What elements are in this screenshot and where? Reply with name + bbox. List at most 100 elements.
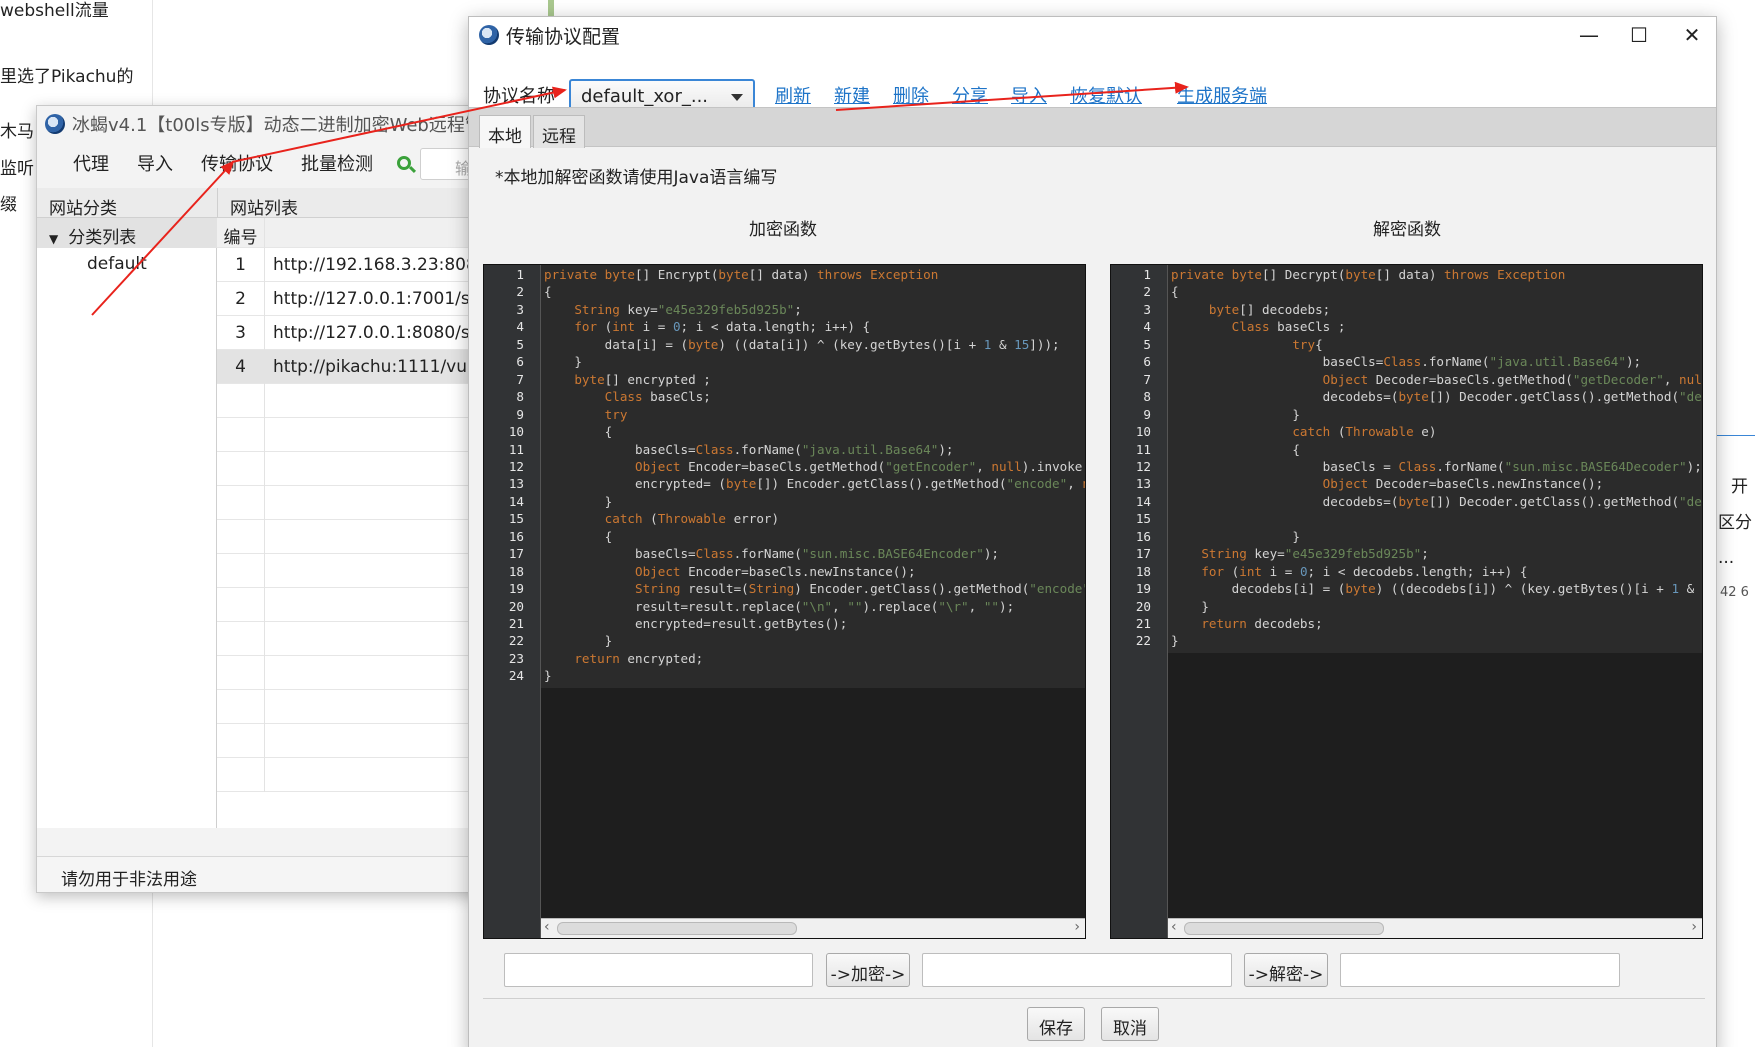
restore-default-link[interactable]: 恢复默认 xyxy=(1070,82,1142,108)
line-number: 21 xyxy=(508,616,524,631)
line-number: 11 xyxy=(508,441,524,457)
scroll-right-icon[interactable]: › xyxy=(1074,919,1080,935)
code-line: return encrypted; xyxy=(574,650,704,666)
bg-right-frag-4: 42 6 xyxy=(1720,585,1749,600)
line-number: 6 xyxy=(516,354,524,370)
code-line: baseCls=Class.forName("java.util.Base64"… xyxy=(1171,354,1642,370)
line-number: 12 xyxy=(508,458,524,474)
line-number: 4 xyxy=(1143,319,1151,335)
row-num-empty xyxy=(217,588,265,622)
menu-transport-protocol[interactable]: 传输协议 xyxy=(201,150,273,176)
bg-right-frag-2: 区分 xyxy=(1718,513,1752,533)
line-number: 8 xyxy=(516,389,524,405)
line-number: 2 xyxy=(516,284,524,300)
plain-input[interactable] xyxy=(504,953,813,987)
refresh-link[interactable]: 刷新 xyxy=(775,82,811,108)
decrypt-scroll-thumb[interactable] xyxy=(1184,922,1384,935)
encrypt-button[interactable]: ->加密-> xyxy=(826,953,910,987)
tab-remote[interactable]: 远程 xyxy=(533,115,585,148)
menu-batch-check[interactable]: 批量检测 xyxy=(301,150,373,176)
line-number: 17 xyxy=(1135,546,1151,562)
code-line: Class baseCls ; xyxy=(1231,319,1346,335)
scroll-left-icon[interactable]: ‹ xyxy=(544,919,550,935)
menu-proxy[interactable]: 代理 xyxy=(73,150,109,176)
dialog-title-bar: 传输协议配置 — ☐ ✕ xyxy=(469,17,1716,53)
row-num-empty xyxy=(217,452,265,486)
dialog-title: 传输协议配置 xyxy=(506,25,621,48)
tree-item-default[interactable]: default xyxy=(87,254,147,274)
line-number: 20 xyxy=(508,598,524,614)
line-number: 13 xyxy=(1135,476,1151,492)
line-number: 16 xyxy=(1135,528,1151,544)
minimize-icon[interactable]: — xyxy=(1569,23,1609,47)
line-number: 20 xyxy=(1135,598,1151,614)
delete-link[interactable]: 删除 xyxy=(893,82,929,108)
line-number: 14 xyxy=(508,493,524,509)
new-link[interactable]: 新建 xyxy=(834,82,870,108)
code-line: try{ xyxy=(1292,336,1323,352)
chevron-down-icon xyxy=(731,94,743,101)
encrypt-scrollbar[interactable]: ‹ › xyxy=(541,918,1085,938)
code-line: } xyxy=(1171,633,1179,649)
bg-line-2: 里选了Pikachu的 xyxy=(0,67,134,87)
bg-right-line xyxy=(1717,435,1755,436)
scroll-right-icon[interactable]: › xyxy=(1691,919,1697,935)
protocol-select-value: default_xor_... xyxy=(581,86,709,107)
encrypt-code-area[interactable]: private byte[] Encrypt(byte[] data) thro… xyxy=(541,265,1085,918)
close-icon[interactable]: ✕ xyxy=(1672,23,1712,47)
share-link[interactable]: 分享 xyxy=(952,82,988,108)
code-line: Object Decoder=baseCls.getMethod("getDec… xyxy=(1322,371,1702,387)
code-line: decodebs[i] = (byte) ((decodebs[i]) ^ (k… xyxy=(1171,581,1702,597)
tree-expand-icon[interactable]: ▼ xyxy=(49,232,58,246)
bg-line-1: webshell流量 xyxy=(0,1,109,21)
decrypt-button[interactable]: ->解密-> xyxy=(1244,953,1328,987)
line-number: 22 xyxy=(1135,633,1151,649)
encrypt-editor[interactable]: 1 2 3 4 5 6 7 8 9 10 11 12 13 14 15 16 17 18 19 20 21 22 23 24 … xyxy=(483,264,1086,939)
code-line: String result=(String) Encoder.getClass(… xyxy=(635,581,1085,597)
tab-local[interactable]: 本地 xyxy=(479,115,531,148)
menu-import[interactable]: 导入 xyxy=(137,150,173,176)
category-tree: ▼ 分类列表 default xyxy=(37,218,217,828)
line-number: 23 xyxy=(508,650,524,666)
search-icon[interactable] xyxy=(397,156,411,170)
protocol-config-dialog: 传输协议配置 — ☐ ✕ 协议名称 default_xor_... 刷新 新建 … xyxy=(468,16,1717,1047)
line-number: 17 xyxy=(508,546,524,562)
row-num-empty xyxy=(217,520,265,554)
bottom-divider xyxy=(483,998,1705,999)
code-line: } xyxy=(1171,598,1209,614)
line-number: 9 xyxy=(1143,406,1151,422)
code-line: baseCls = Class.forName("sun.misc.BASE64… xyxy=(1171,458,1702,474)
code-line: } xyxy=(544,493,613,509)
decrypt-code-area[interactable]: private byte[] Decrypt(byte[] data) thro… xyxy=(1168,265,1702,918)
cancel-button[interactable]: 取消 xyxy=(1101,1007,1159,1041)
cipher-output[interactable] xyxy=(922,953,1232,987)
row-num-empty xyxy=(217,758,265,792)
save-button[interactable]: 保存 xyxy=(1027,1007,1085,1041)
maximize-icon[interactable]: ☐ xyxy=(1619,23,1659,47)
tree-root-item[interactable]: ▼ 分类列表 xyxy=(37,218,217,248)
decrypt-editor[interactable]: 1 2 3 4 5 6 7 8 9 10 11 12 13 14 15 16 17 18 19 20 21 22 priv… xyxy=(1110,264,1703,939)
encrypt-scroll-thumb[interactable] xyxy=(557,922,797,935)
main-window-title: 冰蝎v4.1【t00ls专版】动态二进制加密Web远程管理 xyxy=(72,115,501,136)
decrypt-scrollbar[interactable]: ‹ › xyxy=(1168,918,1702,938)
bg-line-4: 监听 xyxy=(0,159,34,179)
row-num: 2 xyxy=(217,282,265,316)
java-note: *本地加解密函数请使用Java语言编写 xyxy=(495,168,778,188)
bg-right-frag-1: 开 xyxy=(1731,477,1748,497)
code-line: } xyxy=(1171,528,1300,544)
line-number: 7 xyxy=(516,371,524,387)
generate-server-link[interactable]: 生成服务端 xyxy=(1177,82,1267,108)
scroll-left-icon[interactable]: ‹ xyxy=(1171,919,1177,935)
app-logo-icon xyxy=(479,25,499,45)
decrypt-gutter: 1 2 3 4 5 6 7 8 9 10 11 12 13 14 15 16 17 18 19 20 21 22 xyxy=(1111,265,1168,938)
code-line: baseCls=Class.forName("java.util.Base64"… xyxy=(544,441,954,457)
code-line: for (int i = 0; i < decodebs.length; i++… xyxy=(1201,563,1528,579)
code-line: private byte[] Decrypt(byte[] data) thro… xyxy=(1171,267,1566,282)
decrypted-output[interactable] xyxy=(1340,953,1620,987)
import-link[interactable]: 导入 xyxy=(1011,82,1047,108)
row-url: http://pikachu:1111/vul/ur xyxy=(273,357,496,377)
line-number: 13 xyxy=(508,476,524,492)
line-number: 11 xyxy=(1135,441,1151,457)
line-number: 14 xyxy=(1135,493,1151,509)
line-number: 16 xyxy=(508,528,524,544)
